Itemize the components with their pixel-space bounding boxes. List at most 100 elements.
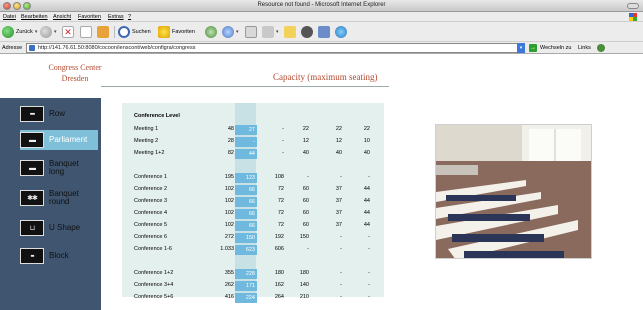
address-url[interactable]: http://141.76.61.50:8080/cocoon/ienscont…: [38, 45, 195, 51]
menu-favoriten[interactable]: Favoriten: [78, 14, 101, 20]
home-button[interactable]: [97, 25, 109, 39]
capacity-cell: 355: [224, 270, 234, 276]
capacity-cell: 228: [235, 269, 257, 279]
capacity-cell: -: [340, 246, 342, 252]
room-name: Meeting 1+2: [134, 150, 165, 156]
room-name: Conference 2: [134, 186, 168, 192]
nav-item-label: Row: [49, 109, 66, 118]
table-row: Conference 3 102 66 72 60 37 44: [122, 196, 384, 208]
block-layout-icon: ▪▪: [20, 248, 44, 264]
capacity-cell: -: [282, 126, 284, 132]
room-name: Conference 5+6: [134, 294, 174, 300]
research-button[interactable]: [318, 25, 330, 39]
back-dropdown-icon[interactable]: ▾: [35, 29, 38, 35]
capacity-cell: 44: [363, 198, 370, 204]
nav-item-row[interactable]: ▪▪▪ Row: [20, 104, 98, 124]
capacity-cell: -: [368, 282, 370, 288]
table-row: Meeting 2 28- -12 12 10: [122, 136, 384, 148]
history-button[interactable]: [205, 25, 217, 39]
title-bar: Resource not found - Microsoft Internet …: [0, 0, 643, 12]
capacity-cell: 102: [224, 210, 234, 216]
capacity-cell: 150: [299, 234, 309, 240]
capacity-cell: 102: [224, 222, 234, 228]
refresh-button[interactable]: [80, 25, 92, 39]
search-button[interactable]: Suchen: [118, 25, 151, 39]
links-icon[interactable]: [597, 44, 605, 52]
capacity-cell: 66: [235, 197, 257, 207]
capacity-cell: 60: [302, 222, 309, 228]
title-divider: [101, 86, 389, 87]
go-arrow-icon[interactable]: →: [529, 44, 537, 52]
capacity-cell: 82: [227, 150, 234, 156]
messenger-button[interactable]: [301, 25, 313, 39]
capacity-cell: -: [340, 282, 342, 288]
capacity-cell: 37: [335, 198, 342, 204]
conference-room-image: [436, 125, 591, 258]
banquet-long-layout-icon: ▬: [20, 160, 44, 176]
capacity-cell: 416: [224, 294, 234, 300]
page-title: Capacity (maximum seating): [273, 72, 378, 82]
capacity-cell: 37: [335, 186, 342, 192]
capacity-cell: 44: [363, 222, 370, 228]
row-layout-icon: ▪▪▪: [20, 106, 44, 122]
print-button[interactable]: [245, 25, 257, 39]
nav-item-banquet-round[interactable]: ✱✱ Banquet round: [20, 188, 98, 208]
capacity-cell: -: [235, 137, 257, 147]
mail-dropdown-icon[interactable]: ▾: [236, 29, 239, 35]
capacity-cell: 44: [235, 149, 257, 159]
page-icon: [29, 45, 35, 51]
nav-item-banquet-long[interactable]: ▬ Banquet long: [20, 158, 98, 178]
edit-dropdown-icon[interactable]: ▾: [276, 29, 279, 35]
capacity-cell: -: [368, 174, 370, 180]
capacity-cell: -: [340, 174, 342, 180]
capacity-cell: 171: [235, 281, 257, 291]
capacity-cell: 162: [274, 282, 284, 288]
forward-dropdown-icon[interactable]: ▾: [54, 29, 57, 35]
nav-item-block[interactable]: ▪▪ Block: [20, 246, 98, 266]
table-row: Conference 3+4 262 171 162 140 - -: [122, 280, 384, 292]
menu-extras[interactable]: Extras: [108, 14, 124, 20]
menu-help[interactable]: ?: [128, 14, 131, 20]
stop-icon: ✕: [62, 26, 74, 38]
mail-button[interactable]: ▾: [222, 25, 239, 39]
menu-datei[interactable]: Datei: [3, 14, 16, 20]
nav-item-label: Block: [49, 251, 69, 260]
section-title-row: Conference Level: [122, 111, 384, 123]
toolbar-toggle-button[interactable]: [627, 3, 639, 9]
menu-ansicht[interactable]: Ansicht: [53, 14, 71, 20]
discuss-button[interactable]: [335, 25, 347, 39]
messenger-icon: [301, 26, 313, 38]
capacity-cell: 180: [299, 270, 309, 276]
capacity-cell: 192: [274, 234, 284, 240]
forward-button[interactable]: ▾: [40, 25, 57, 39]
address-dropdown-button[interactable]: ▾: [517, 43, 525, 53]
table-row: Meeting 1+2 82 44 - 40 40 40: [122, 148, 384, 160]
folder-button[interactable]: [284, 25, 296, 39]
capacity-cell: 40: [335, 150, 342, 156]
table-row: Conference 2 102 66 72 60 37 44: [122, 184, 384, 196]
room-name: Conference 3+4: [134, 282, 174, 288]
toolbar-separator: [114, 26, 115, 38]
capacity-cell: 72: [277, 186, 284, 192]
capacity-cell: -: [368, 246, 370, 252]
menu-bearbeiten[interactable]: Bearbeiten: [21, 14, 48, 20]
nav-item-u-shape[interactable]: ⊔ U Shape: [20, 218, 98, 238]
links-button[interactable]: Links: [578, 45, 591, 51]
menu-bar: Datei Bearbeiten Ansicht Favoriten Extra…: [0, 12, 643, 22]
capacity-cell: 37: [335, 210, 342, 216]
back-button[interactable]: Zurück ▾: [2, 25, 37, 39]
address-input[interactable]: http://141.76.61.50:8080/cocoon/ienscont…: [26, 43, 522, 53]
nav-item-parliament[interactable]: ▬ Parliament: [20, 130, 98, 150]
capacity-cell: 1.033: [220, 246, 234, 252]
favorites-button[interactable]: Favoriten: [158, 25, 195, 39]
edit-button[interactable]: ▾: [262, 25, 279, 39]
stop-button[interactable]: ✕: [62, 25, 74, 39]
room-name: Conference 1+2: [134, 270, 174, 276]
room-name: Conference 3: [134, 198, 168, 204]
capacity-cell: 37: [335, 222, 342, 228]
go-button[interactable]: Wechseln zu: [540, 45, 571, 51]
section-title: Conference Level: [134, 113, 180, 119]
capacity-cell: 72: [277, 210, 284, 216]
discuss-icon: [335, 26, 347, 38]
window-title: Resource not found - Microsoft Internet …: [257, 2, 386, 8]
